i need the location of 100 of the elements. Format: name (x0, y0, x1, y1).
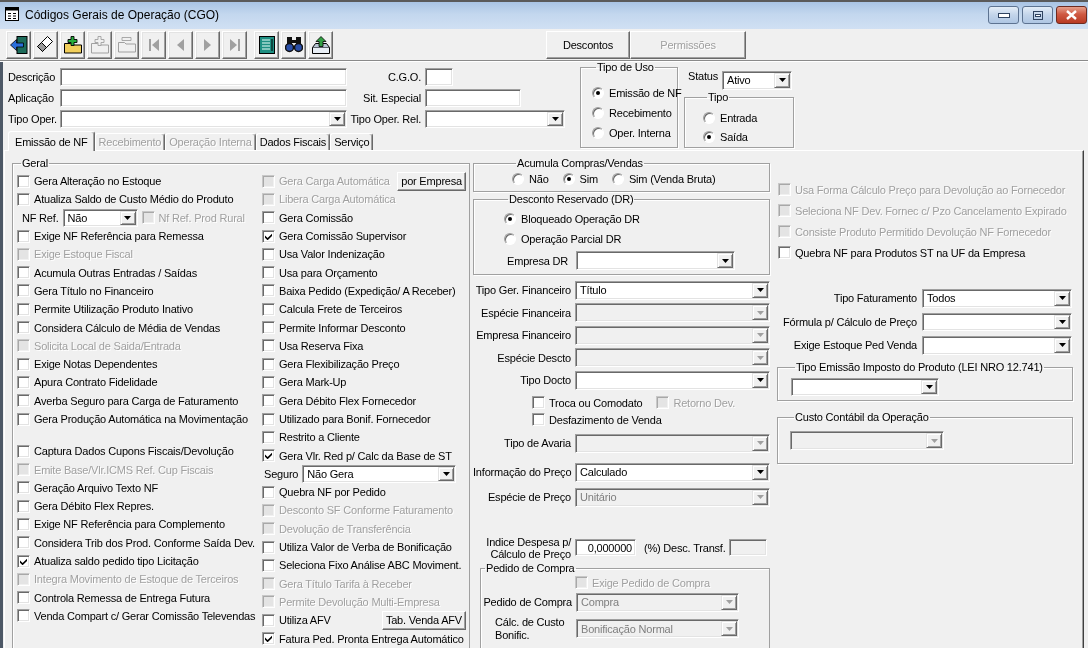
checkbox[interactable] (262, 449, 275, 463)
command-button[interactable]: Descontos (546, 30, 630, 59)
checkbox[interactable] (17, 375, 30, 389)
checkbox[interactable] (262, 632, 275, 646)
radio-button[interactable] (611, 173, 624, 185)
field-label: Fórmula p/ Cálculo de Preço (783, 315, 917, 328)
dropdown[interactable] (575, 370, 770, 390)
caret-down-icon (1054, 314, 1070, 329)
checkbox[interactable] (17, 266, 30, 280)
checkbox[interactable] (17, 609, 30, 623)
checkbox[interactable] (17, 229, 30, 243)
radio-label: Oper. Interna (609, 127, 671, 139)
dropdown[interactable]: Título (575, 280, 770, 300)
caret-down-icon (1054, 338, 1070, 353)
minimize-button[interactable] (988, 6, 1019, 24)
checkbox[interactable] (17, 554, 30, 568)
checkbox[interactable] (262, 302, 275, 316)
checkbox[interactable] (17, 321, 30, 334)
checkbox-label: Restrito a Cliente (279, 431, 360, 444)
checkbox[interactable] (532, 413, 545, 426)
radio-label: Emissão de NF (609, 87, 682, 99)
checkbox[interactable] (17, 499, 30, 513)
checkbox[interactable] (262, 558, 275, 572)
dropdown[interactable] (922, 336, 1072, 355)
dropdown[interactable] (60, 110, 347, 128)
checkbox-label: Exige NF Referência para Remessa (34, 230, 204, 243)
checkbox[interactable] (17, 284, 30, 298)
tab[interactable]: Emissão de NF (8, 131, 95, 151)
toolbar-button[interactable] (308, 30, 333, 59)
checkbox[interactable] (262, 412, 275, 426)
checkbox[interactable] (778, 246, 791, 259)
checkbox[interactable] (17, 174, 30, 188)
checkbox[interactable] (17, 444, 30, 458)
dropdown[interactable]: Não (62, 208, 138, 227)
checkbox-label: Consiste Produto Permitido Devolução NF Fornecedor (795, 225, 1051, 238)
checkbox[interactable] (17, 192, 30, 206)
dropdown[interactable] (576, 251, 735, 270)
dropdown[interactable]: Ativo (722, 70, 792, 90)
toolbar-button[interactable] (254, 30, 279, 59)
radio-button[interactable] (592, 87, 604, 99)
radio-button[interactable] (504, 213, 516, 225)
tab[interactable]: Dados Fiscais (255, 133, 331, 150)
radio-button[interactable] (562, 173, 575, 185)
group-title: Geral (21, 157, 49, 170)
checkbox[interactable] (17, 302, 30, 316)
group-title: Tipo Emissão Imposto do Produto (LEI NRO 12.741) (795, 361, 1044, 374)
toolbar-button[interactable] (33, 30, 58, 59)
radio-button[interactable] (512, 173, 524, 185)
checkbox[interactable] (262, 485, 275, 499)
checkbox[interactable] (17, 412, 30, 426)
input-field[interactable]: 0,000000 (575, 539, 636, 556)
checkbox[interactable] (17, 591, 30, 605)
checkbox[interactable] (17, 394, 30, 408)
dropdown[interactable]: Todos (922, 289, 1072, 308)
toolbar-button[interactable] (6, 30, 31, 59)
checkbox-label: Acumula Outras Entradas / Saídas (34, 266, 197, 279)
checkbox[interactable] (262, 339, 275, 353)
input-field[interactable] (425, 89, 521, 107)
checkbox-label: Gera Mark-Up (279, 376, 347, 389)
input-field[interactable] (425, 68, 453, 86)
action-button[interactable]: Tab. Venda AFV (381, 610, 466, 630)
input-field[interactable] (60, 68, 347, 86)
checkbox-label: Devolução de Transferência (279, 522, 411, 535)
dropdown[interactable] (922, 312, 1072, 331)
checkbox[interactable] (262, 613, 275, 627)
dropdown[interactable]: Não Gera (302, 464, 457, 483)
checkbox[interactable] (262, 394, 275, 408)
checkbox[interactable] (17, 518, 30, 531)
radio-button[interactable] (504, 233, 516, 245)
checkbox[interactable] (17, 357, 30, 371)
toolbar-button[interactable] (60, 30, 85, 59)
radio-button[interactable] (592, 127, 604, 139)
checkbox-label: Geração Arquivo Texto NF (34, 481, 158, 494)
dropdown[interactable] (791, 378, 939, 396)
maximize-button[interactable] (1022, 6, 1053, 24)
checkbox[interactable] (17, 481, 30, 495)
checkbox[interactable] (17, 536, 30, 550)
checkbox[interactable] (262, 540, 275, 554)
checkbox[interactable] (532, 396, 545, 409)
checkbox[interactable] (262, 266, 275, 280)
checkbox[interactable] (262, 284, 275, 298)
toolbar-button[interactable] (281, 30, 306, 59)
checkbox[interactable] (262, 321, 275, 334)
input-field[interactable] (60, 89, 347, 107)
checkbox[interactable] (262, 229, 275, 243)
checkbox[interactable] (262, 430, 275, 444)
radio-button[interactable] (592, 107, 604, 119)
caret-down-icon (752, 372, 768, 388)
dropdown[interactable]: Calculado (575, 462, 770, 482)
field-label: Empresa Financeiro (476, 329, 571, 341)
caret-down-icon (717, 253, 733, 268)
field-label: Status (688, 70, 718, 82)
checkbox[interactable] (262, 375, 275, 389)
close-button[interactable] (1056, 6, 1087, 24)
tab[interactable]: Serviço (330, 133, 374, 150)
checkbox[interactable] (262, 357, 275, 371)
checkbox[interactable] (262, 247, 275, 261)
checkbox-label: Gera Título Tarifa à Receber (279, 577, 412, 590)
dropdown[interactable] (425, 110, 565, 128)
checkbox[interactable] (262, 211, 275, 225)
